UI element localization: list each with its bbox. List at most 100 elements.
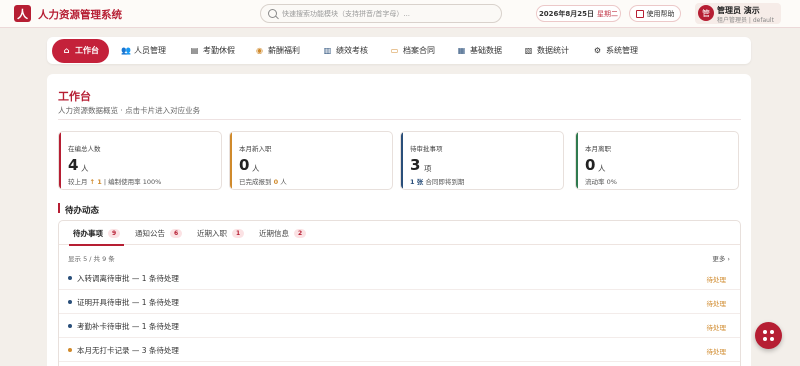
bullet-dot — [68, 324, 72, 328]
foot-highlight: 0 — [273, 178, 279, 186]
stat-value: 4 — [68, 156, 79, 174]
status-badge: 待处理 — [706, 276, 727, 284]
count-badge: 6 — [170, 228, 183, 238]
nav-label: 数据统计 — [537, 46, 569, 55]
count-badge: 9 — [108, 228, 121, 238]
stat-card-new-hires[interactable]: 本月新入职 0 人 已完成报到 0 人 — [229, 131, 393, 190]
stat-card-headcount[interactable]: 在编总人数 4 人 较上月 ↑ 1 | 编制使用率 100% — [58, 131, 222, 190]
bullet-dot — [68, 276, 72, 280]
item-count: 显示 5 / 共 9 条 — [68, 255, 115, 263]
stat-value: 0 — [239, 156, 250, 174]
more-link[interactable]: 更多 › — [712, 253, 730, 263]
tab-label: 近期入职 — [197, 228, 227, 238]
main-nav: ⌂ 工作台 👥 人员管理 ▤ 考勤休假 ◉ 薪酬福利 ▥ 绩效考核 ▭ 档案合同… — [47, 37, 751, 64]
foot-pre: 较上月 — [68, 178, 88, 186]
calendar-icon: ▤ — [190, 46, 199, 55]
folder-icon: ▭ — [390, 46, 399, 55]
page-subtitle: 人力资源数据概览 · 点击卡片进入对应业务 — [58, 106, 201, 115]
stat-unit: 人 — [598, 164, 606, 173]
item-text: 考勤补卡待审批 — 1 条待处理 — [77, 322, 179, 331]
gear-icon: ⚙ — [593, 46, 602, 55]
tab-label: 待办事项 — [73, 228, 103, 238]
stat-unit: 人 — [252, 164, 260, 173]
list-item[interactable]: 证明开具待审批 — 1 条待处理 待处理 — [59, 290, 740, 314]
section-accent-bar — [58, 203, 60, 213]
stat-footnote: 较上月 ↑ 1 | 编制使用率 100% — [68, 176, 161, 186]
list-item[interactable]: 本月无打卡记录 — 3 条待处理 待处理 — [59, 338, 740, 362]
tab-recent-hires[interactable]: 近期入职 1 — [197, 221, 245, 245]
bullet-dot — [68, 348, 72, 352]
nav-label: 基础数据 — [470, 46, 502, 55]
card-accent-bar — [230, 132, 232, 189]
tab-label: 通知公告 — [135, 228, 165, 238]
nav-item-statistics[interactable]: ▧ 数据统计 — [524, 37, 569, 64]
item-text: 证明开具待审批 — 1 条待处理 — [77, 298, 179, 307]
status-badge: 待处理 — [706, 324, 727, 332]
main-content: 工作台 人力资源数据概览 · 点击卡片进入对应业务 在编总人数 4 人 较上月 … — [47, 74, 751, 366]
bullet-dot — [68, 300, 72, 304]
stat-footnote: 1 张 合同即将到期 — [410, 176, 464, 186]
grid-icon: ▦ — [457, 46, 466, 55]
stat-unit: 项 — [424, 164, 432, 173]
book-icon — [635, 9, 644, 18]
nav-item-personnel[interactable]: 👥 人员管理 — [121, 37, 166, 64]
help-label: 使用帮助 — [646, 9, 675, 18]
list-item[interactable]: 考勤补卡待审批 — 1 条待处理 待处理 — [59, 314, 740, 338]
apps-icon — [763, 330, 774, 341]
card-accent-bar — [576, 132, 578, 189]
todo-tabs: 待办事项 9 通知公告 6 近期入职 1 近期信息 2 — [59, 221, 740, 246]
nav-item-payroll[interactable]: ◉ 薪酬福利 — [255, 37, 300, 64]
foot-post: | 编制使用率 100% — [103, 178, 162, 186]
stat-label: 待审批事项 — [410, 145, 443, 153]
user-role: 租户管理员 | default — [717, 17, 774, 24]
stat-footnote: 流动率 0% — [585, 176, 617, 186]
nav-item-workbench[interactable]: ⌂ 工作台 — [52, 38, 109, 63]
foot-post: 合同即将到期 — [425, 178, 465, 186]
weekday-text: 星期二 — [597, 9, 619, 18]
user-menu[interactable]: 管 管理员 演示 租户管理员 | default — [695, 3, 781, 24]
tab-notices[interactable]: 通知公告 6 — [135, 221, 183, 245]
tab-todo[interactable]: 待办事项 9 — [68, 221, 125, 246]
item-text: 本月无打卡记录 — 3 条待处理 — [77, 346, 179, 355]
stat-card-departures[interactable]: 本月离职 0 人 流动率 0% — [575, 131, 739, 190]
item-text: 入转调离待审批 — 1 条待处理 — [77, 274, 179, 283]
status-badge: 待处理 — [706, 348, 727, 356]
top-header: 人 人力资源管理系统 2026年8月25日 星期二 使用帮助 管 管理员 演示 … — [0, 0, 800, 28]
list-item[interactable]: 入转调离待审批 — 1 条待处理 待处理 — [59, 266, 740, 290]
divider — [58, 119, 741, 120]
nav-item-archives[interactable]: ▭ 档案合同 — [390, 37, 435, 64]
nav-item-attendance[interactable]: ▤ 考勤休假 — [190, 37, 235, 64]
app-title: 人力资源管理系统 — [38, 9, 122, 21]
nav-label: 薪酬福利 — [268, 46, 300, 55]
count-badge: 1 — [232, 228, 245, 238]
card-accent-bar — [401, 132, 403, 189]
stat-value: 0 — [585, 156, 596, 174]
stat-footnote: 已完成报到 0 人 — [239, 176, 287, 186]
stat-label: 本月新入职 — [239, 145, 272, 153]
nav-label: 考勤休假 — [203, 46, 235, 55]
tab-recent-info[interactable]: 近期信息 2 — [259, 221, 307, 245]
stat-label: 在编总人数 — [68, 145, 101, 153]
status-badge: 待处理 — [706, 300, 727, 308]
nav-item-system[interactable]: ⚙ 系统管理 — [593, 37, 638, 64]
foot-highlight: 1 张 — [410, 178, 424, 186]
search-box[interactable] — [260, 4, 502, 23]
stat-unit: 人 — [81, 164, 89, 173]
nav-label: 工作台 — [75, 46, 99, 55]
date-display: 2026年8月25日 星期二 — [536, 5, 621, 22]
chart-icon: ▥ — [323, 46, 332, 55]
help-button[interactable]: 使用帮助 — [629, 5, 681, 22]
search-icon — [268, 9, 277, 18]
nav-item-performance[interactable]: ▥ 绩效考核 — [323, 37, 368, 64]
stats-icon: ▧ — [524, 46, 533, 55]
nav-label: 系统管理 — [606, 46, 638, 55]
app-logo[interactable]: 人 — [14, 5, 31, 22]
stat-card-pending[interactable]: 待审批事项 3 项 1 张 合同即将到期 — [400, 131, 564, 190]
section-title: 待办动态 — [65, 206, 100, 216]
home-icon: ⌂ — [63, 46, 70, 55]
nav-label: 人员管理 — [134, 46, 166, 55]
foot-highlight: ↑ 1 — [89, 178, 102, 186]
floating-menu-button[interactable] — [755, 322, 782, 349]
nav-item-basedata[interactable]: ▦ 基础数据 — [457, 37, 502, 64]
search-input[interactable] — [282, 9, 492, 18]
